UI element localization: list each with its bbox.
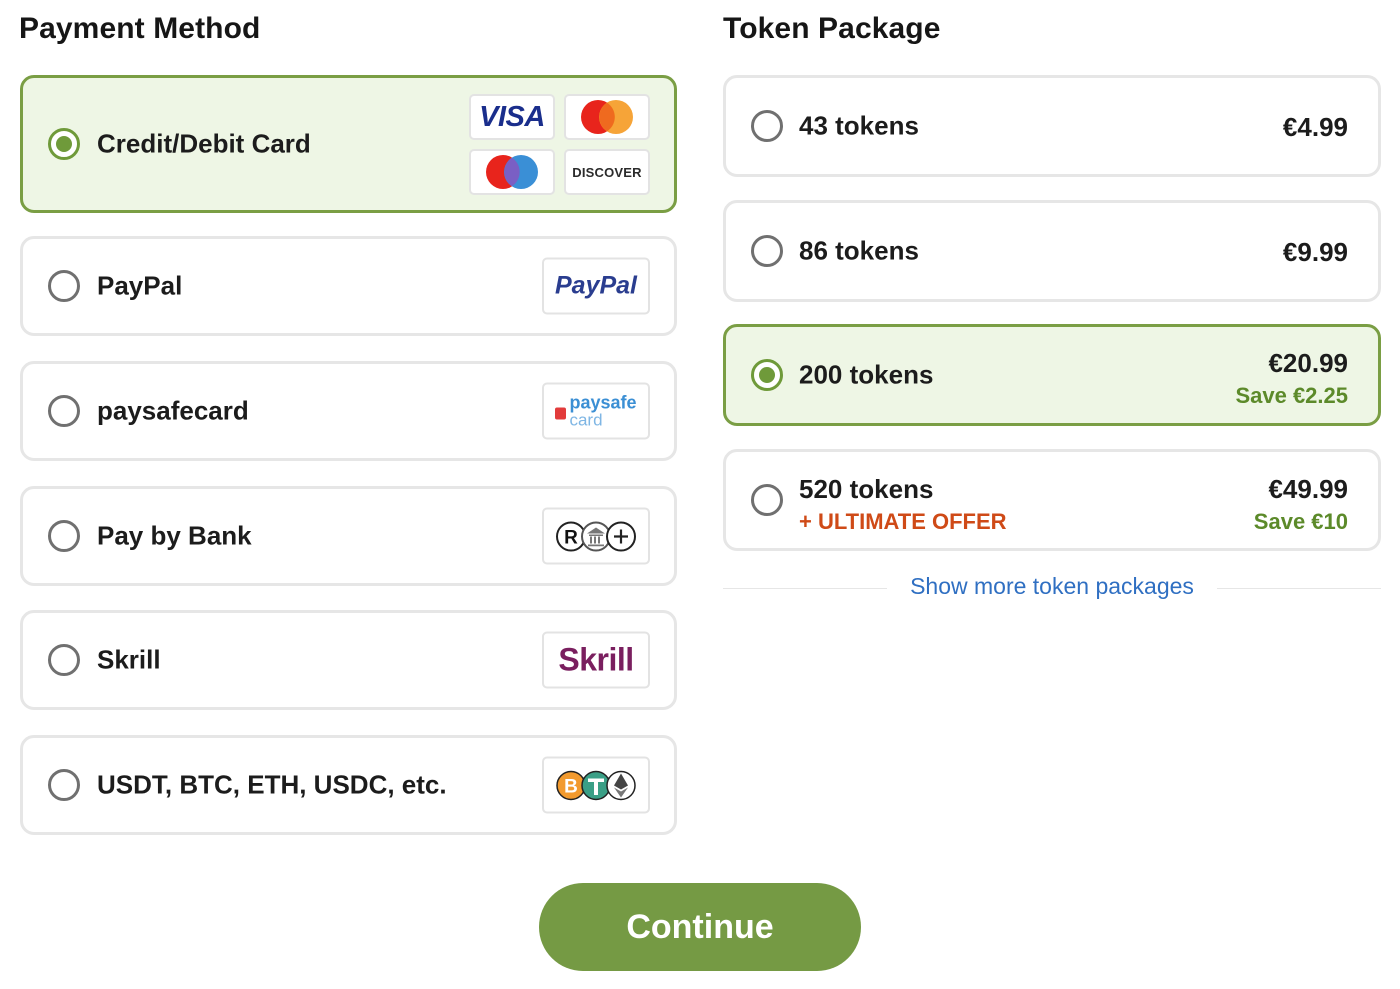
payment-option-label: paysafecard bbox=[97, 395, 249, 426]
token-package-price: €4.99 bbox=[1282, 112, 1348, 142]
radio-unselected[interactable] bbox=[751, 235, 783, 267]
radio-unselected[interactable] bbox=[48, 395, 80, 427]
radio-selected[interactable] bbox=[48, 128, 80, 160]
skrill-logo: Skrill bbox=[542, 631, 650, 689]
radio-unselected[interactable] bbox=[48, 270, 80, 302]
payment-option-card[interactable]: PayPal PayPal bbox=[20, 236, 677, 336]
svg-text:R: R bbox=[564, 527, 578, 548]
payment-method-title: Payment Method bbox=[19, 12, 261, 45]
token-package-card[interactable]: 520 tokens + ULTIMATE OFFER €49.99 Save … bbox=[723, 449, 1381, 551]
crypto-icons: B bbox=[542, 756, 650, 814]
payment-option-card[interactable]: USDT, BTC, ETH, USDC, etc. B bbox=[20, 735, 677, 835]
payment-option-card[interactable]: paysafecard paysafe card bbox=[20, 361, 677, 461]
radio-unselected[interactable] bbox=[48, 769, 80, 801]
token-package-savings: Save €10 bbox=[1253, 509, 1348, 534]
radio-unselected[interactable] bbox=[751, 484, 783, 516]
payment-option-card[interactable]: Credit/Debit Card VISA DISCOVER bbox=[20, 75, 677, 213]
token-package-title: Token Package bbox=[723, 12, 941, 45]
token-package-price: €9.99 bbox=[1282, 237, 1348, 267]
token-package-card[interactable]: 86 tokens €9.99 bbox=[723, 200, 1381, 302]
lock-icon bbox=[555, 407, 567, 419]
continue-button[interactable]: Continue bbox=[539, 883, 861, 971]
payment-option-card[interactable]: Skrill Skrill bbox=[20, 610, 677, 710]
token-package-name: 520 tokens bbox=[799, 474, 934, 504]
token-package-card[interactable]: 200 tokens €20.99 Save €2.25 bbox=[723, 324, 1381, 426]
radio-unselected[interactable] bbox=[751, 110, 783, 142]
radio-selected[interactable] bbox=[751, 359, 783, 391]
payment-option-label: USDT, BTC, ETH, USDC, etc. bbox=[97, 769, 447, 800]
visa-logo: VISA bbox=[469, 94, 555, 140]
token-package-price: €20.99 bbox=[1268, 348, 1348, 378]
mastercard-icon bbox=[564, 94, 650, 140]
payment-option-label: Pay by Bank bbox=[97, 520, 252, 551]
paysafecard-logo: paysafe card bbox=[542, 382, 650, 440]
discover-logo: DISCOVER bbox=[564, 149, 650, 195]
payment-option-card[interactable]: Pay by Bank R bbox=[20, 486, 677, 586]
token-package-card[interactable]: 43 tokens €4.99 bbox=[723, 75, 1381, 177]
payment-option-label: Skrill bbox=[97, 644, 161, 675]
payment-option-label: Credit/Debit Card bbox=[97, 128, 311, 159]
show-more-row: Show more token packages bbox=[723, 570, 1381, 606]
payment-option-label: PayPal bbox=[97, 270, 183, 301]
radio-unselected[interactable] bbox=[48, 644, 80, 676]
show-more-packages-link[interactable]: Show more token packages bbox=[723, 573, 1381, 600]
token-package-name: 200 tokens bbox=[799, 359, 934, 390]
maestro-icon bbox=[469, 149, 555, 195]
bank-transfer-icon: R bbox=[542, 507, 650, 565]
token-package-savings: Save €2.25 bbox=[1235, 383, 1348, 408]
svg-text:B: B bbox=[564, 776, 578, 797]
token-package-price: €49.99 bbox=[1268, 474, 1348, 504]
paypal-logo: PayPal bbox=[542, 257, 650, 315]
token-package-name: 43 tokens bbox=[799, 110, 919, 141]
radio-unselected[interactable] bbox=[48, 520, 80, 552]
ultimate-offer-badge: + ULTIMATE OFFER bbox=[799, 509, 1007, 534]
token-package-name: 86 tokens bbox=[799, 235, 919, 266]
